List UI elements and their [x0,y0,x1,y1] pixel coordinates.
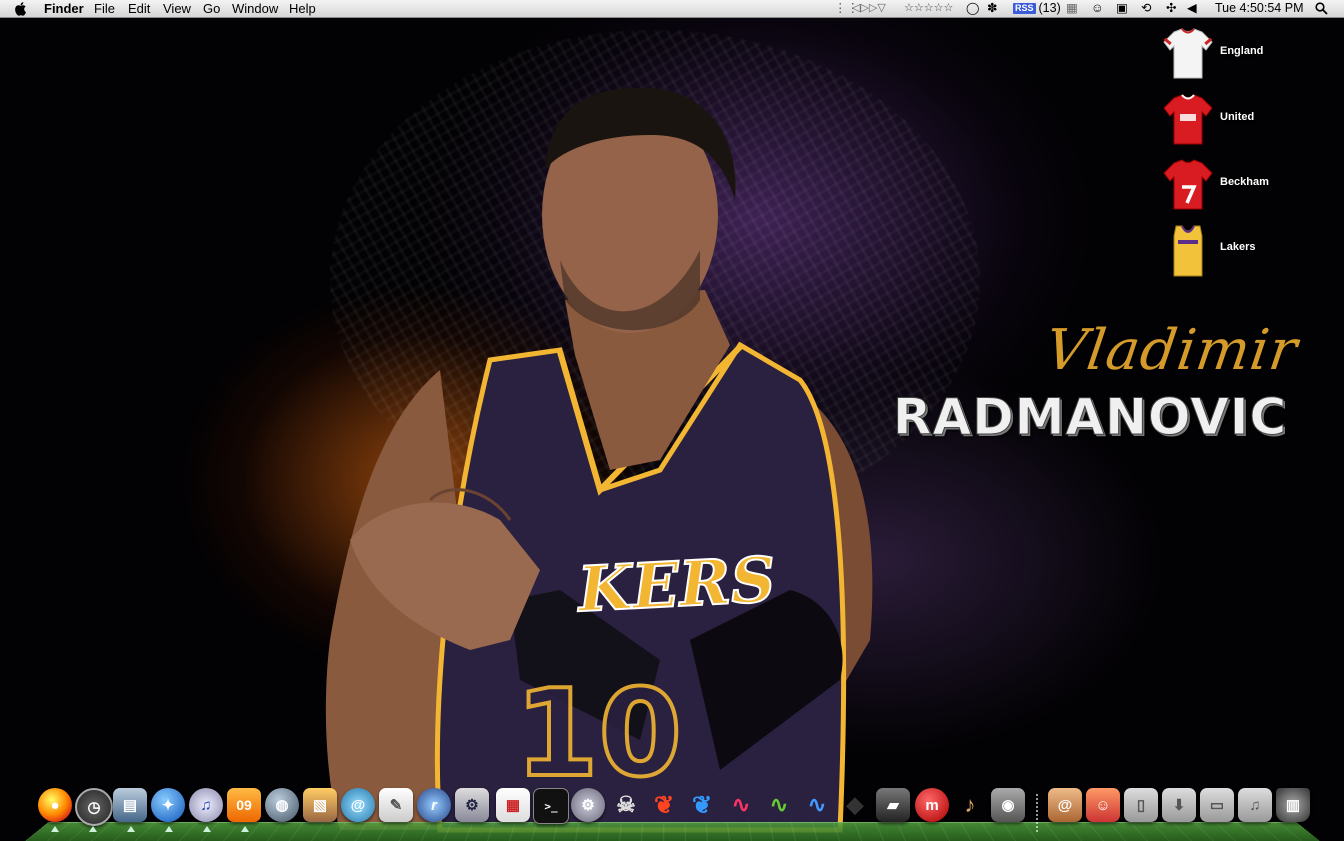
music-controls-icon[interactable]: ◁▷▷▽ [852,1,886,16]
hairdryer-icon[interactable]: ◆ [838,788,872,822]
desktop-wallpaper: KERS 10 Vladimir RADMANOVIC [0,0,1344,840]
desktop-icon-united[interactable]: United [1160,92,1340,154]
running-indicator [165,826,173,832]
truck-icon[interactable]: ▰ [876,788,910,822]
menu-go[interactable]: Go [203,1,220,16]
ichat-status-icon[interactable]: ☺ [1091,1,1104,16]
menu-edit[interactable]: Edit [128,1,150,16]
growl-paw-icon[interactable]: ✽ [987,1,997,16]
spotlight-search-icon[interactable] [1315,2,1328,15]
apple-icon[interactable]: ● [38,788,72,822]
running-indicator [203,826,211,832]
network-globe-icon[interactable]: ◍ [265,788,299,822]
jersey-number: 10 [513,663,684,806]
creative-suite-3-icon[interactable]: ∿ [800,788,834,822]
terminal-icon[interactable]: >_ [533,788,569,824]
documents-folder-icon[interactable]: ▯ [1124,788,1158,822]
spaces-grid-icon[interactable]: ▦ [1066,1,1078,16]
feather-blue-icon[interactable]: ❦ [685,788,719,822]
running-indicator [89,826,97,832]
iphoto-icon[interactable]: ▧ [303,788,337,822]
menu-file[interactable]: File [94,1,115,16]
rss-status-item[interactable]: RSS (13) [1013,1,1061,16]
menu-view[interactable]: View [163,1,191,16]
menu-app-name[interactable]: Finder [44,1,84,16]
feather-red-icon[interactable]: ❦ [647,788,681,822]
running-indicator [127,826,135,832]
sync-circle-icon[interactable]: ◯ [966,1,979,16]
beckham-shirt-icon [1163,159,1213,210]
bluetooth-icon[interactable]: ✣ [1166,1,1176,16]
menu-window[interactable]: Window [232,1,278,16]
character-icon[interactable]: ☺ [1086,788,1120,822]
textedit-icon[interactable]: ✎ [379,788,413,822]
preview-icon[interactable]: ▤ [113,788,147,822]
desktop-icon-label: Beckham [1220,176,1269,188]
calendar-icon[interactable]: ▦ [496,788,530,822]
dock-separator [1036,794,1038,832]
iwork-09-icon[interactable]: 09 [227,788,261,822]
applications-folder-icon[interactable]: ▭ [1200,788,1234,822]
desktop-icon-label: Lakers [1220,241,1256,253]
m-app-icon[interactable]: m [915,788,949,822]
england-shirt-icon [1163,28,1213,79]
creative-suite-icon[interactable]: ∿ [724,788,758,822]
apple-menu-icon[interactable] [14,1,28,16]
address-book-icon[interactable]: @ [1048,788,1082,822]
music-folder-icon[interactable]: ♫ [1238,788,1272,822]
system-prefs-icon[interactable]: ⚙ [571,788,605,822]
united-shirt-icon [1163,94,1213,145]
trash-icon[interactable]: ▥ [1276,788,1310,822]
spiral-icon[interactable]: @ [341,788,375,822]
wallpaper-first-name: Vladimir [1041,318,1302,383]
r-app-icon[interactable]: r [417,788,451,822]
rss-icon: RSS [1013,3,1036,14]
volume-icon[interactable]: ◀ [1187,1,1197,16]
running-indicator [241,826,249,832]
skull-icon[interactable]: ☠ [609,788,643,822]
running-indicator [51,826,59,832]
menu-help[interactable]: Help [289,1,316,16]
rating-stars[interactable]: ☆☆☆☆☆ [904,1,953,16]
ichat-icon[interactable]: ✦ [151,788,185,822]
rss-count: (13) [1038,1,1061,15]
display-icon[interactable]: ▣ [1116,1,1128,16]
desktop-icon-lakers[interactable]: Lakers [1160,222,1340,284]
jersey-lettering: KERS [575,542,778,627]
menu-bar: Finder File Edit View Go Window Help ⋮⋮ … [0,0,1344,18]
image-capture-icon[interactable]: ◉ [991,788,1025,822]
creative-suite-2-icon[interactable]: ∿ [762,788,796,822]
menu-clock[interactable]: Tue 4:50:54 PM [1215,1,1303,16]
wallpaper-last-name: RADMANOVIC [892,388,1288,447]
lakers-jersey-icon [1173,225,1203,277]
utility-icon[interactable]: ⚙ [455,788,489,822]
desktop-icon-beckham[interactable]: Beckham [1160,157,1340,219]
time-machine-icon[interactable]: ⟲ [1141,1,1151,16]
itunes-icon[interactable]: ♫ [189,788,223,822]
desktop-icon-england[interactable]: England [1160,26,1340,88]
desktop-icon-label: United [1220,111,1255,123]
dock: ● ◷ ▤ ✦ ♫ 09 ◍ ▧ @ ✎ r ⚙ ▦ >_ ⚙ ☠ ❦ ❦ ∿ … [0,788,1344,840]
dashboard-icon[interactable]: ◷ [75,788,113,826]
downloads-folder-icon[interactable]: ⬇ [1162,788,1196,822]
guitar-icon[interactable]: ♪ [953,788,987,822]
desktop-icon-label: England [1220,45,1264,57]
